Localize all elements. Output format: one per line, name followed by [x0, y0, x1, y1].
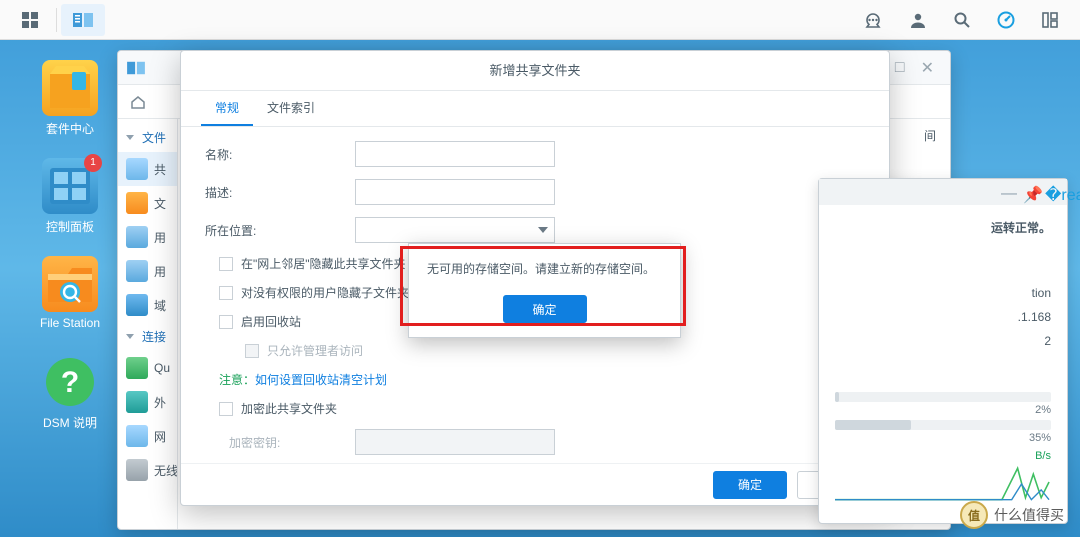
home-icon[interactable]: [130, 94, 146, 110]
alert-dialog: 无可用的存储空间。请建立新的存储空间。 确定: [408, 243, 681, 338]
desktop-icon-help[interactable]: ? DSM 说明: [34, 354, 106, 431]
ram-bar: [835, 420, 1051, 430]
close-icon[interactable]: ✕: [921, 58, 934, 78]
alert-text: 无可用的存储空间。请建立新的存储空间。: [427, 260, 662, 277]
name-input[interactable]: [355, 141, 555, 167]
system-health-widget: — 📌 �really 运转正常。 tion .1.168 2 2% 35% B…: [818, 178, 1068, 524]
label-location: 所在位置:: [205, 222, 355, 239]
ok-button[interactable]: 确定: [713, 471, 787, 499]
cpu-percent: 2%: [835, 404, 1051, 416]
sidebar-section[interactable]: 连接: [118, 322, 177, 351]
ram-percent: 35%: [835, 432, 1051, 444]
search-icon[interactable]: [940, 4, 984, 36]
sidebar-item[interactable]: 域: [118, 288, 177, 322]
main-menu-button[interactable]: [8, 4, 52, 36]
desktop-icon-package-center[interactable]: 套件中心: [34, 60, 106, 137]
widget-pin-icon[interactable]: 📌: [1023, 185, 1037, 199]
checkbox-encrypt[interactable]: [219, 402, 233, 416]
network-unit: B/s: [835, 450, 1051, 462]
desktop-icon-file-station[interactable]: File Station: [34, 256, 106, 330]
sidebar-item[interactable]: 共: [118, 152, 177, 186]
enc-key-input: [355, 429, 555, 455]
dashboard-icon[interactable]: [984, 4, 1028, 36]
checkbox-admin-only: [245, 344, 259, 358]
sidebar-item[interactable]: 网: [118, 419, 177, 453]
location-select[interactable]: [355, 217, 555, 243]
widgets-icon[interactable]: [1028, 4, 1072, 36]
dialog-title: 新增共享文件夹: [181, 51, 889, 91]
widget-expand-icon[interactable]: �really: [1045, 185, 1059, 199]
system-bar: [0, 0, 1080, 40]
host-value: tion: [835, 286, 1051, 300]
alert-ok-button[interactable]: 确定: [503, 295, 587, 323]
desktop-icon-label: File Station: [34, 316, 106, 330]
label-name: 名称:: [205, 146, 355, 163]
desktop-icon-control-panel[interactable]: 1 控制面板: [34, 158, 106, 235]
desktop-icon-label: 控制面板: [34, 218, 106, 235]
checkbox-hide-noperm[interactable]: [219, 286, 233, 300]
ip-value: .1.168: [835, 310, 1051, 324]
desc-input[interactable]: [355, 179, 555, 205]
extra-value: 2: [835, 334, 1051, 348]
widget-minimize-icon[interactable]: —: [1001, 185, 1015, 199]
sidebar-item[interactable]: 无线: [118, 453, 177, 487]
taskbar-app-filestation[interactable]: [61, 4, 105, 36]
column-header-fragment: 间: [924, 127, 936, 144]
desktop-icon-label: DSM 说明: [34, 414, 106, 431]
checkbox-recycle[interactable]: [219, 315, 233, 329]
sidebar-item[interactable]: Qu: [118, 351, 177, 385]
watermark-text: 什么值得买: [994, 505, 1064, 525]
sidebar: 文件 共 文 用 用 域 连接 Qu 外 网 无线: [118, 119, 178, 529]
sidebar-section[interactable]: 文件: [118, 123, 177, 152]
cpu-bar: [835, 392, 1051, 402]
label-enc-key: 加密密钥:: [205, 434, 355, 451]
network-sparkline: [835, 462, 1051, 502]
user-icon[interactable]: [896, 4, 940, 36]
recycle-schedule-link[interactable]: 如何设置回收站清空计划: [255, 373, 387, 387]
sidebar-item[interactable]: 文: [118, 186, 177, 220]
status-text: 运转正常。: [991, 221, 1051, 235]
sidebar-item[interactable]: 用: [118, 254, 177, 288]
tab-file-index[interactable]: 文件索引: [253, 91, 329, 126]
badge: 1: [84, 154, 102, 172]
dialog-tabs: 常规 文件索引: [181, 91, 889, 127]
watermark-icon: 值: [960, 501, 988, 529]
checkbox-hide-network[interactable]: [219, 257, 233, 271]
notifications-icon[interactable]: [852, 4, 896, 36]
maximize-icon[interactable]: □: [895, 59, 905, 77]
sidebar-item[interactable]: 外: [118, 385, 177, 419]
svg-text:?: ?: [61, 366, 79, 399]
tab-general[interactable]: 常规: [201, 91, 253, 126]
desktop-icon-label: 套件中心: [34, 120, 106, 137]
divider: [56, 8, 57, 32]
sidebar-item[interactable]: 用: [118, 220, 177, 254]
label-desc: 描述:: [205, 184, 355, 201]
watermark: 值 什么值得买: [960, 501, 1064, 529]
